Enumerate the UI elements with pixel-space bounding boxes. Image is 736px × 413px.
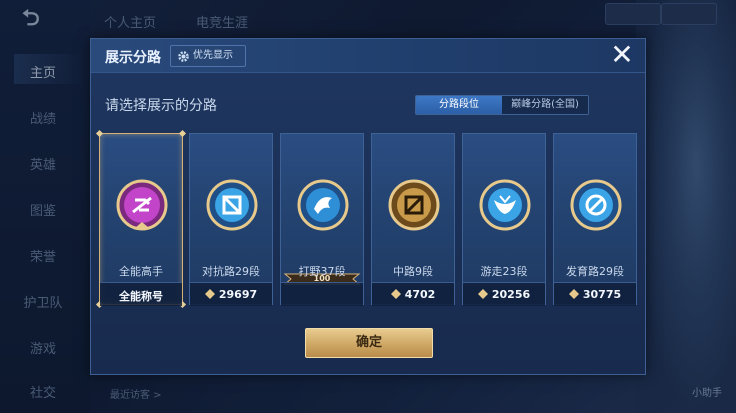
lane-display-dialog: 展示分路 优先显示 ✕ 请选择展示的分路 分路段位 巅峰分路(全国) 全能高手 … <box>90 38 646 375</box>
score-icon <box>204 289 215 299</box>
card-footer: 30775 <box>554 282 636 306</box>
mid-lane-emblem-icon <box>388 179 440 231</box>
lane-score: 29697 <box>190 288 272 301</box>
confirm-button[interactable]: 确定 <box>305 328 433 358</box>
priority-display-label: 优先显示 <box>193 50 233 61</box>
dialog-subtitle: 请选择展示的分路 <box>105 98 217 114</box>
clash-lane-emblem-icon <box>206 179 258 231</box>
allround-emblem-icon <box>116 179 168 231</box>
priority-display-button[interactable]: 优先显示 <box>170 45 246 67</box>
card-footer: 全能称号 <box>100 282 182 306</box>
card-footer: 4702 <box>372 282 454 306</box>
dialog-title: 展示分路 <box>105 50 161 66</box>
corner-decoration <box>178 129 187 138</box>
lane-label: 全能高手 <box>119 265 163 278</box>
farm-lane-emblem-icon <box>570 179 622 231</box>
score-icon <box>477 289 488 299</box>
lane-mode-toggle: 分路段位 巅峰分路(全国) <box>415 95 589 115</box>
lane-label: 游走23段 <box>480 265 528 278</box>
jungle-emblem-icon <box>297 179 349 231</box>
roam-emblem-icon <box>479 179 531 231</box>
close-icon[interactable]: ✕ <box>607 41 637 70</box>
toggle-peak-lane[interactable]: 巅峰分路(全国) <box>502 96 588 114</box>
card-footer: 20256 <box>463 282 545 306</box>
lane-card-farm[interactable]: 发育路29段 30775 <box>553 133 637 306</box>
lane-card-roam[interactable]: 游走23段 20256 <box>462 133 546 306</box>
lane-label: 打野37段 <box>298 265 346 278</box>
score-icon <box>390 289 401 299</box>
gear-icon <box>178 51 189 62</box>
lane-label: 发育路29段 <box>566 265 624 278</box>
score-icon <box>568 289 579 299</box>
allround-title: 全能称号 <box>119 290 163 303</box>
lane-card-clash[interactable]: 对抗路29段 29697 <box>189 133 273 306</box>
corner-decoration <box>95 129 104 138</box>
lane-score: 30775 <box>554 288 636 301</box>
card-footer <box>281 282 363 306</box>
toggle-lane-rank[interactable]: 分路段位 <box>416 96 502 114</box>
lane-score: 4702 <box>372 288 454 301</box>
lane-label: 对抗路29段 <box>202 265 260 278</box>
lane-label: 中路9段 <box>393 265 433 278</box>
lane-score: 20256 <box>463 288 545 301</box>
lane-card-jungle[interactable]: 100 打野37段 <box>280 133 364 306</box>
card-footer: 29697 <box>190 282 272 306</box>
lane-card-allround[interactable]: 全能高手 全能称号 <box>95 129 187 309</box>
lane-card-mid[interactable]: 中路9段 4702 <box>371 133 455 306</box>
